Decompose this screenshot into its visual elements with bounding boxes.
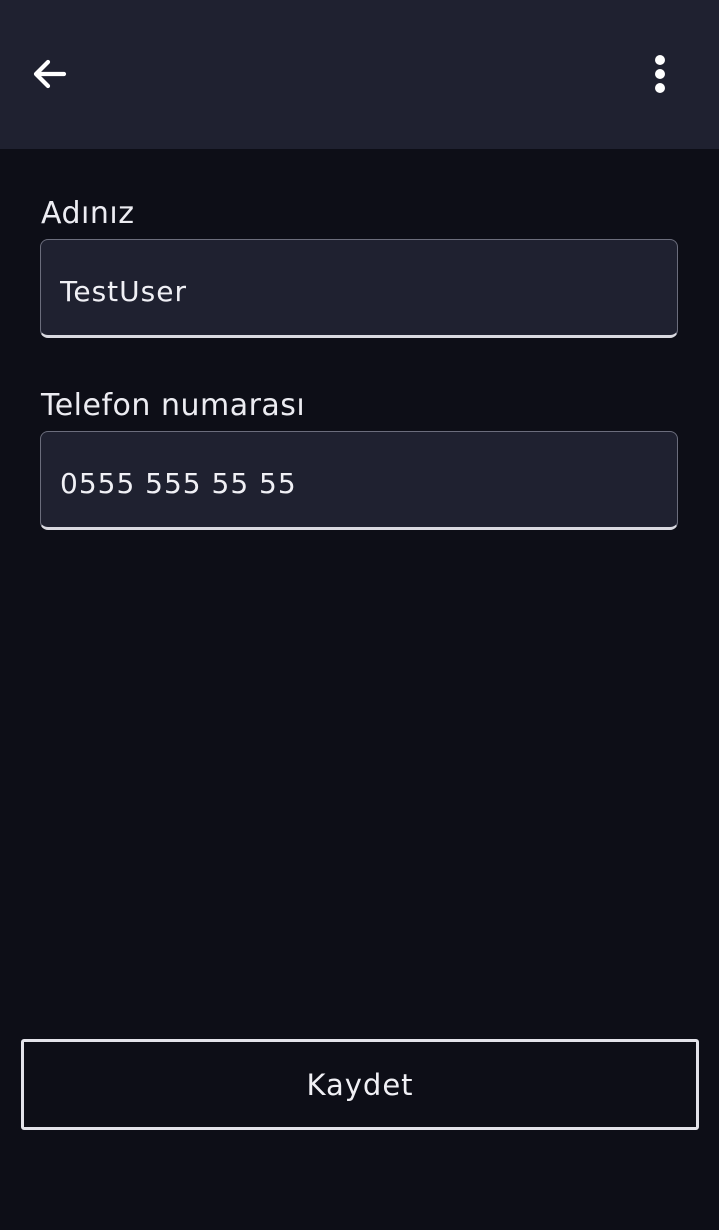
save-button[interactable]: Kaydet (21, 1039, 699, 1130)
app-bar (0, 0, 719, 149)
back-button[interactable] (22, 46, 78, 102)
name-input[interactable] (60, 240, 660, 335)
more-vertical-icon (655, 55, 665, 93)
phone-label: Telefon numarası (41, 388, 306, 423)
arrow-left-icon (33, 59, 67, 89)
more-options-button[interactable] (632, 46, 688, 102)
phone-field[interactable] (40, 431, 678, 530)
phone-input[interactable] (60, 432, 660, 527)
name-label: Adınız (41, 196, 135, 231)
name-field[interactable] (40, 239, 678, 338)
